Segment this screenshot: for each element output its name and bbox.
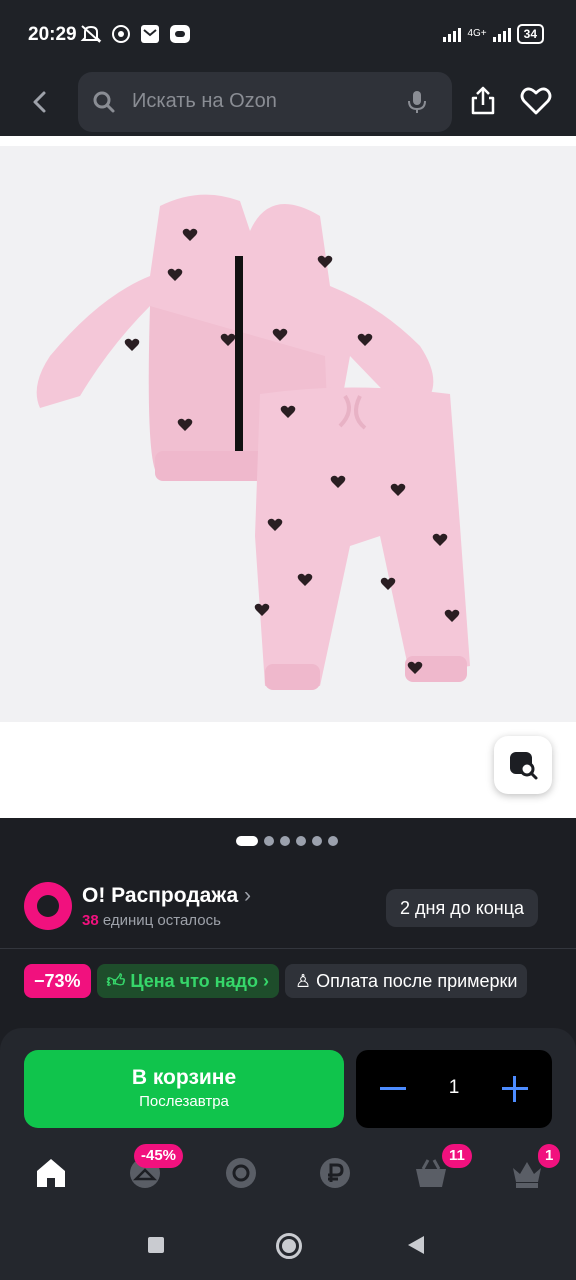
fashion-discount-badge: -45%	[134, 1144, 184, 1168]
microphone-icon[interactable]	[406, 90, 428, 114]
promo-title[interactable]: О! Распродажа ›	[82, 884, 251, 908]
muted-bell-icon	[80, 25, 102, 43]
sale-logo-icon[interactable]	[24, 882, 72, 930]
quantity-value: 1	[448, 1077, 460, 1098]
share-icon[interactable]	[468, 86, 498, 116]
cart-button-title: В корзине	[131, 1066, 237, 1089]
battery-level: 34	[516, 24, 544, 44]
minus-icon[interactable]	[380, 1087, 406, 1090]
bottom-nav: -45% 11 1	[0, 1144, 576, 1206]
signal-icon-2	[492, 26, 511, 42]
home-button[interactable]	[276, 1233, 302, 1259]
notification-icons	[80, 24, 191, 44]
badges-row[interactable]: −73% 👍︎ Цена что надо › ♙ Оплата после п…	[24, 964, 528, 998]
chevron-right-icon: ›	[244, 884, 251, 907]
pagination-dot[interactable]	[328, 836, 338, 846]
payment-after-fitting-badge[interactable]: ♙ Оплата после примерки	[284, 964, 528, 998]
status-right: 4G+ 34	[443, 24, 544, 44]
product-gallery[interactable]	[0, 136, 576, 818]
delivery-date: Послезавтра	[139, 1093, 229, 1110]
pagination-dot[interactable]	[264, 836, 274, 846]
status-time: 20:29	[28, 24, 77, 45]
pagination-dot[interactable]	[236, 836, 258, 846]
back-button[interactable]	[408, 1236, 424, 1254]
search-bar[interactable]: Искать на Ozon	[78, 72, 452, 132]
divider	[0, 948, 576, 949]
status-bar: 20:29 4G+ 34	[0, 0, 576, 70]
in-cart-button[interactable]: В корзине Послезавтра	[24, 1050, 344, 1128]
thumbs-up-icon: 👍︎	[106, 971, 126, 991]
pagination-dot[interactable]	[296, 836, 306, 846]
zipper	[235, 256, 243, 481]
top-header: Искать на Ozon	[0, 70, 576, 136]
search-icon	[93, 91, 115, 113]
ruble-finance-icon[interactable]	[318, 1156, 352, 1190]
cart-count-badge: 11	[442, 1144, 472, 1168]
lion-app-icon	[112, 25, 130, 43]
network-type: 4G+	[467, 28, 487, 39]
image-search-icon	[510, 752, 538, 780]
pagination-dot[interactable]	[312, 836, 322, 846]
promo-deadline-badge: 2 дня до конца	[386, 889, 539, 927]
price-badge[interactable]: 👍︎ Цена что надо ›	[96, 964, 279, 998]
back-arrow-icon[interactable]	[26, 88, 54, 116]
promo-remaining: 38 единиц осталось	[82, 912, 221, 929]
image-search-button[interactable]	[494, 736, 552, 794]
system-navigation	[0, 1210, 576, 1280]
product-page: 20:29 4G+ 34 Искать на Ozon О! Распродаж…	[0, 0, 576, 1280]
product-photo[interactable]	[0, 146, 576, 722]
mail-icon	[141, 25, 159, 43]
discount-badge: −73%	[24, 964, 91, 998]
gallery-pagination[interactable]	[236, 836, 338, 846]
favorite-heart-icon[interactable]	[520, 86, 552, 116]
quantity-stepper[interactable]: 1	[356, 1050, 552, 1128]
app-icon	[170, 25, 190, 43]
profile-notification-badge: 1	[538, 1144, 561, 1168]
plus-icon[interactable]	[502, 1076, 528, 1102]
signal-icon	[443, 26, 462, 42]
hanger-icon: ♙	[294, 971, 312, 991]
recent-apps-button[interactable]	[148, 1237, 164, 1253]
fresh-icon[interactable]	[224, 1156, 258, 1190]
home-icon[interactable]	[34, 1156, 68, 1190]
search-input[interactable]: Искать на Ozon	[132, 90, 277, 113]
pagination-dot[interactable]	[280, 836, 290, 846]
